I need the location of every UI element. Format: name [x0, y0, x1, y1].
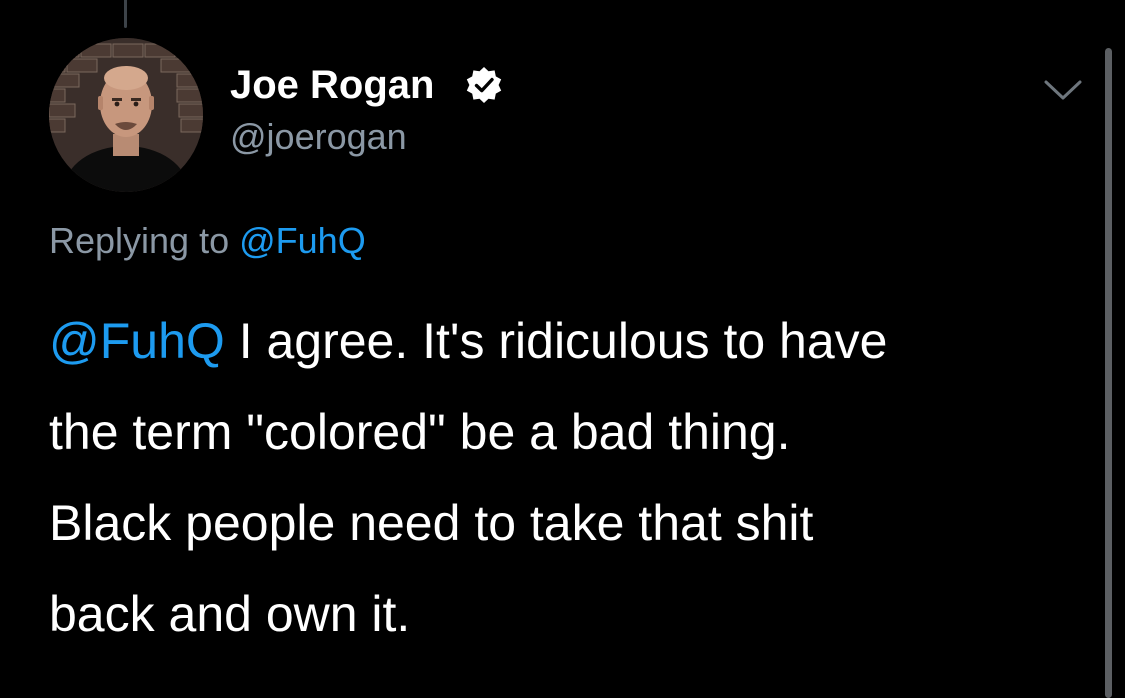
replying-to-label: Replying to — [49, 220, 230, 261]
tweet-text-line: @FuhQ I agree. It's ridiculous to have — [49, 296, 1079, 387]
tweet-text-segment: I agree. It's ridiculous to have — [224, 313, 888, 369]
chevron-down-icon[interactable] — [1040, 72, 1086, 106]
tweet-text-line: back and own it. — [49, 586, 411, 642]
verified-badge-icon — [466, 67, 502, 103]
scrollbar[interactable] — [1105, 48, 1112, 698]
user-handle[interactable]: @joerogan — [230, 114, 407, 160]
tweet-text-line: Black people need to take that shit — [49, 495, 814, 551]
replying-to-line: Replying to @FuhQ — [49, 218, 366, 264]
display-name[interactable]: Joe Rogan — [230, 60, 434, 110]
avatar[interactable] — [49, 38, 203, 192]
thread-connector-line — [124, 0, 127, 28]
replying-to-mention-link[interactable]: @FuhQ — [239, 220, 366, 261]
tweet-text: @FuhQ I agree. It's ridiculous to have t… — [49, 296, 1079, 660]
tweet-text-line: the term "colored" be a bad thing. — [49, 404, 791, 460]
tweet-mention-link[interactable]: @FuhQ — [49, 313, 225, 369]
